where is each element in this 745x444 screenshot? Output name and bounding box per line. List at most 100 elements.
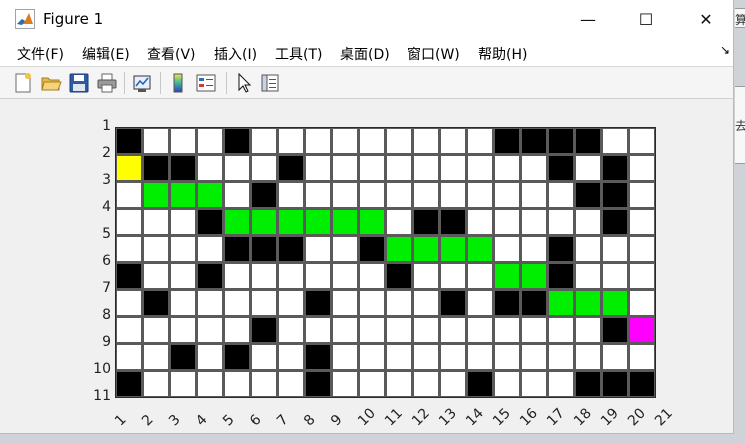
- edge-text: 算r: [735, 11, 745, 27]
- print-icon[interactable]: [96, 72, 118, 94]
- path-cell: [414, 237, 438, 261]
- path-cell: [603, 291, 627, 315]
- free-cell: [198, 237, 222, 261]
- obstacle-cell: [576, 129, 600, 153]
- free-cell: [333, 291, 357, 315]
- free-cell: [360, 129, 384, 153]
- free-cell: [468, 129, 492, 153]
- free-cell: [279, 183, 303, 207]
- free-cell: [441, 129, 465, 153]
- obstacle-cell: [387, 264, 411, 288]
- new-figure-icon[interactable]: [12, 72, 34, 94]
- obstacle-cell: [603, 210, 627, 234]
- menu-tools[interactable]: 工具(T): [275, 44, 322, 64]
- pointer-icon[interactable]: [233, 72, 255, 94]
- menu-insert[interactable]: 插入(I): [214, 44, 257, 64]
- obstacle-cell: [549, 264, 573, 288]
- free-cell: [603, 264, 627, 288]
- free-cell: [468, 210, 492, 234]
- free-cell: [441, 345, 465, 369]
- free-cell: [171, 237, 195, 261]
- free-cell: [360, 183, 384, 207]
- toolbar-separator: [124, 72, 125, 94]
- free-cell: [225, 291, 249, 315]
- start-cell: [117, 156, 141, 180]
- free-cell: [576, 237, 600, 261]
- free-cell: [441, 372, 465, 396]
- free-cell: [333, 129, 357, 153]
- free-cell: [279, 372, 303, 396]
- free-cell: [333, 345, 357, 369]
- free-cell: [198, 345, 222, 369]
- obstacle-cell: [306, 291, 330, 315]
- path-cell: [576, 291, 600, 315]
- free-cell: [144, 372, 168, 396]
- obstacle-cell: [252, 183, 276, 207]
- free-cell: [171, 129, 195, 153]
- obstacle-cell: [603, 318, 627, 342]
- free-cell: [414, 129, 438, 153]
- close-button[interactable]: ✕: [683, 0, 729, 38]
- obstacle-cell: [360, 237, 384, 261]
- y-tick-label: 4: [102, 199, 111, 215]
- free-cell: [522, 210, 546, 234]
- menu-desktop[interactable]: 桌面(D): [340, 44, 390, 64]
- free-cell: [603, 345, 627, 369]
- free-cell: [333, 237, 357, 261]
- free-cell: [117, 237, 141, 261]
- free-cell: [495, 237, 519, 261]
- free-cell: [495, 210, 519, 234]
- menu-overflow-icon[interactable]: ↘: [720, 43, 730, 57]
- y-tick-label: 5: [102, 226, 111, 242]
- obstacle-cell: [549, 156, 573, 180]
- free-cell: [279, 291, 303, 315]
- free-cell: [441, 264, 465, 288]
- obstacle-cell: [252, 237, 276, 261]
- free-cell: [117, 183, 141, 207]
- open-file-icon[interactable]: [40, 72, 62, 94]
- free-cell: [576, 156, 600, 180]
- path-cell: [225, 210, 249, 234]
- free-cell: [414, 264, 438, 288]
- close-icon: ✕: [699, 9, 713, 29]
- obstacle-cell: [225, 345, 249, 369]
- free-cell: [360, 318, 384, 342]
- minimize-button[interactable]: —: [565, 0, 611, 38]
- path-cell: [360, 210, 384, 234]
- menu-file[interactable]: 文件(F): [17, 44, 64, 64]
- free-cell: [333, 264, 357, 288]
- free-cell: [576, 264, 600, 288]
- menu-window[interactable]: 窗口(W): [407, 44, 460, 64]
- free-cell: [549, 345, 573, 369]
- free-cell: [468, 264, 492, 288]
- free-cell: [360, 372, 384, 396]
- free-cell: [117, 210, 141, 234]
- obstacle-cell: [603, 156, 627, 180]
- free-cell: [495, 183, 519, 207]
- menu-help[interactable]: 帮助(H): [478, 44, 527, 64]
- path-cell: [306, 210, 330, 234]
- y-tick-label: 10: [93, 361, 111, 377]
- obstacle-cell: [171, 345, 195, 369]
- menu-view[interactable]: 查看(V): [147, 44, 196, 64]
- free-cell: [414, 318, 438, 342]
- obstacle-cell: [522, 129, 546, 153]
- free-cell: [306, 264, 330, 288]
- obstacle-cell: [279, 156, 303, 180]
- obstacle-cell: [630, 372, 654, 396]
- free-cell: [522, 318, 546, 342]
- maximize-button[interactable]: ☐: [623, 0, 669, 38]
- free-cell: [306, 156, 330, 180]
- save-icon[interactable]: [68, 72, 90, 94]
- free-cell: [549, 183, 573, 207]
- free-cell: [144, 129, 168, 153]
- menu-edit[interactable]: 编辑(E): [82, 44, 130, 64]
- title-bar[interactable]: Figure 1 — ☐ ✕: [0, 0, 733, 38]
- colorbar-icon[interactable]: [167, 72, 189, 94]
- property-inspector-icon[interactable]: [259, 72, 281, 94]
- free-cell: [225, 318, 249, 342]
- link-plot-icon[interactable]: [131, 72, 153, 94]
- matlab-logo-icon: [15, 9, 35, 29]
- free-cell: [468, 345, 492, 369]
- legend-icon[interactable]: [195, 72, 217, 94]
